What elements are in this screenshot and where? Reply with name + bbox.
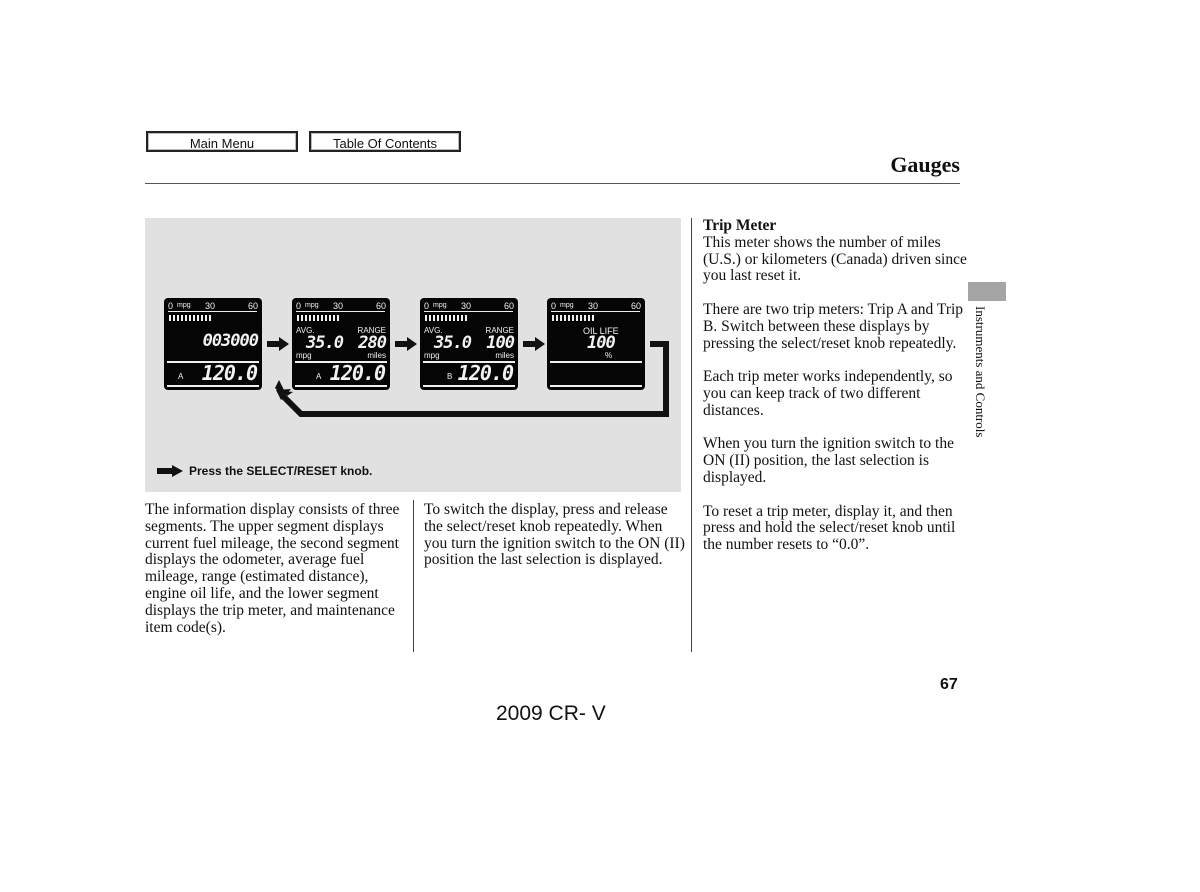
column-3: Trip Meter This meter shows the number o…: [703, 217, 968, 571]
scale-max: 60: [503, 301, 514, 311]
scale-unit: mpg: [177, 302, 191, 309]
mpg-scale: 0 mpg 30 60: [296, 301, 386, 311]
mpg-bar-graph: [552, 315, 596, 321]
segment-divider: [167, 385, 259, 387]
mpg-bar-graph: [297, 315, 341, 321]
section-tab-marker: [968, 282, 1006, 301]
caption-text: Press the SELECT/RESET knob.: [189, 464, 373, 478]
table-of-contents-button[interactable]: Table Of Contents: [309, 131, 461, 152]
scale-mid: 30: [588, 301, 599, 311]
scale-max: 60: [630, 301, 641, 311]
right-arrow-icon: [157, 465, 183, 477]
paragraph: When you turn the ignition switch to the…: [703, 435, 954, 486]
scale-min: 0: [168, 301, 174, 311]
display-figure: 0 mpg 30 60 003000 A 120.0 0 mpg 30 60 A…: [145, 218, 681, 492]
main-menu-button[interactable]: Main Menu: [146, 131, 298, 152]
page-title: Gauges: [890, 152, 960, 177]
scale-min: 0: [296, 301, 302, 311]
scale-max: 60: [247, 301, 258, 311]
paragraph: The information display consists of thre…: [145, 501, 400, 636]
mpg-bar-graph: [169, 315, 213, 321]
lcd-display-odometer: 0 mpg 30 60 003000 A 120.0: [164, 298, 262, 390]
column-divider: [691, 218, 692, 652]
scale-min: 0: [551, 301, 557, 311]
section-side-label: Instruments and Controls: [973, 306, 988, 438]
figure-caption: Press the SELECT/RESET knob.: [157, 464, 372, 478]
odometer-value: 003000: [202, 331, 259, 351]
mpg-bar-graph: [425, 315, 469, 321]
scale-mid: 30: [333, 301, 344, 311]
mpg-scale: 0 mpg 30 60: [424, 301, 514, 311]
trip-value: 120.0: [201, 361, 258, 385]
scale-line: [424, 311, 513, 312]
return-loop-arrow-icon: [275, 341, 669, 417]
scale-mid: 30: [461, 301, 472, 311]
mpg-scale: 0 mpg 30 60: [168, 301, 258, 311]
page-number: 67: [940, 676, 958, 693]
column-2: To switch the display, press and release…: [424, 501, 686, 586]
scale-min: 0: [424, 301, 430, 311]
scale-line: [168, 311, 257, 312]
header-divider: [145, 183, 960, 184]
scale-line: [296, 311, 385, 312]
scale-unit: mpg: [305, 302, 319, 309]
mpg-scale: 0 mpg 30 60: [551, 301, 641, 311]
scale-max: 60: [375, 301, 386, 311]
model-footer: 2009 CR- V: [496, 702, 606, 725]
paragraph: There are two trip meters: Trip A and Tr…: [703, 300, 964, 352]
paragraph: To reset a trip meter, display it, and t…: [703, 502, 956, 554]
column-divider: [413, 500, 414, 652]
paragraph: Each trip meter works independently, so …: [703, 368, 953, 419]
paragraph: To switch the display, press and release…: [424, 501, 685, 569]
trip-label: A: [178, 372, 184, 381]
scale-unit: mpg: [433, 302, 447, 309]
column-1: The information display consists of thre…: [145, 501, 407, 653]
scale-line: [551, 311, 640, 312]
scale-unit: mpg: [560, 302, 574, 309]
scale-mid: 30: [205, 301, 216, 311]
paragraph: This meter shows the number of miles (U.…: [703, 233, 967, 285]
section-heading: Trip Meter: [703, 217, 777, 234]
